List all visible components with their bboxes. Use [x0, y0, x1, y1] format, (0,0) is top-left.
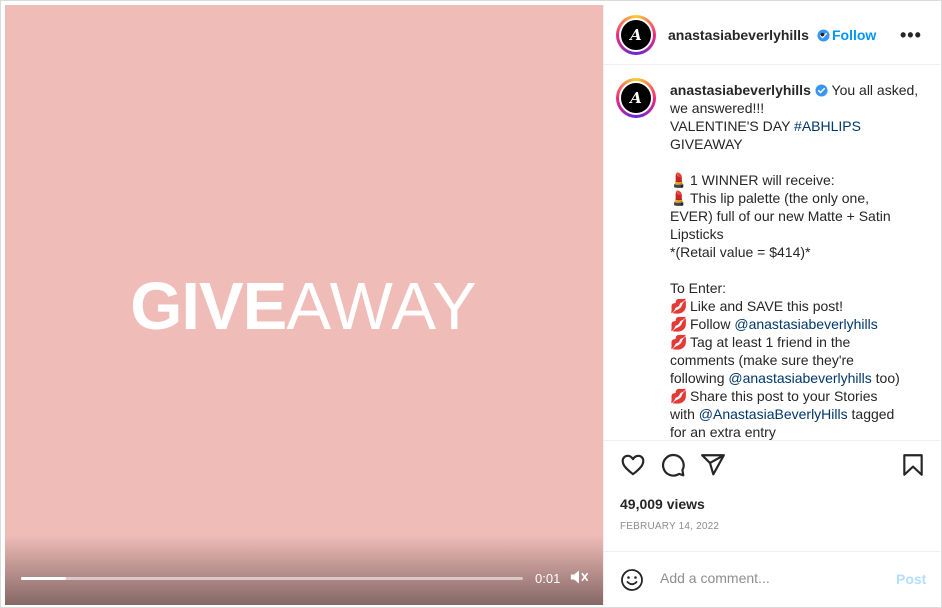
header-username[interactable]: anastasiabeverlyhills	[668, 27, 809, 43]
verified-badge-icon	[815, 84, 828, 97]
caption-line: comments (make sure they're	[670, 352, 854, 368]
kiss-icon: 💋	[670, 298, 688, 314]
post-actions	[604, 442, 940, 492]
mention-link[interactable]: @anastasiabeverlyhills	[728, 370, 871, 386]
comment-bar: Post	[604, 551, 940, 605]
caption-avatar[interactable]: A	[616, 78, 656, 118]
caption-line: too)	[871, 370, 900, 386]
heart-icon[interactable]	[620, 452, 646, 478]
separator-dot: •	[820, 26, 825, 42]
caption-line: Share this post to your Stories	[690, 388, 878, 404]
caption-line: Lipsticks	[670, 226, 724, 242]
caption-line: with	[670, 406, 699, 422]
kiss-icon: 💋	[670, 334, 688, 350]
caption-line: GIVEAWAY	[670, 136, 743, 152]
kiss-icon: 💋	[670, 388, 688, 404]
caption-line: Tag at least 1 friend in the	[690, 334, 851, 350]
video-controls-shade	[5, 535, 603, 605]
caption-line: for an extra entry	[670, 424, 776, 440]
caption-line: 1 WINNER will receive:	[690, 172, 835, 188]
post-video[interactable]: GIVEAWAY 0:01	[5, 5, 603, 605]
caption-line: we answered!!!	[670, 100, 765, 116]
caption-text: anastasiabeverlyhills You all asked, we …	[670, 81, 918, 440]
mention-link[interactable]: @anastasiabeverlyhills	[734, 316, 877, 332]
lipstick-icon: 💄	[670, 190, 688, 206]
emoji-smile-icon[interactable]	[620, 568, 644, 592]
overlay-bold-text: GIVE	[130, 269, 287, 344]
avatar-logo: A	[630, 26, 642, 44]
speaker-muted-icon[interactable]	[569, 568, 589, 586]
caption-line: EVER) full of our new Matte + Satin	[670, 208, 891, 224]
lipstick-icon: 💄	[670, 172, 688, 188]
bookmark-icon[interactable]	[900, 452, 926, 478]
post-side-panel: A anastasiabeverlyhills • Follow ••• A a…	[603, 5, 940, 605]
caption-avatar-logo: A	[630, 89, 642, 107]
caption-line: Follow	[690, 316, 735, 332]
caption-area: A anastasiabeverlyhills You all asked, w…	[604, 66, 940, 441]
video-progress-fill	[21, 577, 67, 580]
avatar[interactable]: A	[616, 15, 656, 55]
more-options-icon[interactable]: •••	[900, 25, 922, 46]
caption-line: VALENTINE'S DAY	[670, 118, 795, 134]
video-progress-bar[interactable]	[21, 577, 523, 580]
comment-icon[interactable]	[660, 452, 686, 478]
overlay-light-text: AWAY	[286, 269, 478, 344]
post-comment-button[interactable]: Post	[896, 571, 926, 587]
caption-line: tagged	[847, 406, 895, 422]
mention-link[interactable]: @AnastasiaBeverlyHills	[699, 406, 848, 422]
caption-line: You all asked,	[831, 82, 919, 98]
video-overlay-text: GIVEAWAY	[5, 273, 603, 340]
instagram-post-modal: GIVEAWAY 0:01 A anastasiabeverlyhills •	[0, 0, 942, 608]
caption-line: Like and SAVE this post!	[690, 298, 844, 314]
caption-line: *(Retail value = $414)*	[670, 244, 811, 260]
caption-line: To Enter:	[670, 280, 727, 296]
comment-input[interactable]	[660, 570, 880, 586]
kiss-icon: 💋	[670, 316, 688, 332]
caption-username[interactable]: anastasiabeverlyhills	[670, 82, 811, 98]
video-time: 0:01	[535, 571, 561, 586]
caption-line: This lip palette (the only one,	[690, 190, 869, 206]
follow-button[interactable]: Follow	[832, 27, 876, 43]
post-header: A anastasiabeverlyhills • Follow •••	[604, 5, 940, 65]
post-date[interactable]: FEBRUARY 14, 2022	[620, 521, 719, 532]
view-count[interactable]: 49,009 views	[620, 496, 705, 512]
hashtag-link[interactable]: #ABHLIPS	[794, 118, 861, 134]
caption-line: following	[670, 370, 729, 386]
paper-plane-icon[interactable]	[700, 452, 726, 478]
header-username-block: anastasiabeverlyhills	[668, 27, 830, 45]
